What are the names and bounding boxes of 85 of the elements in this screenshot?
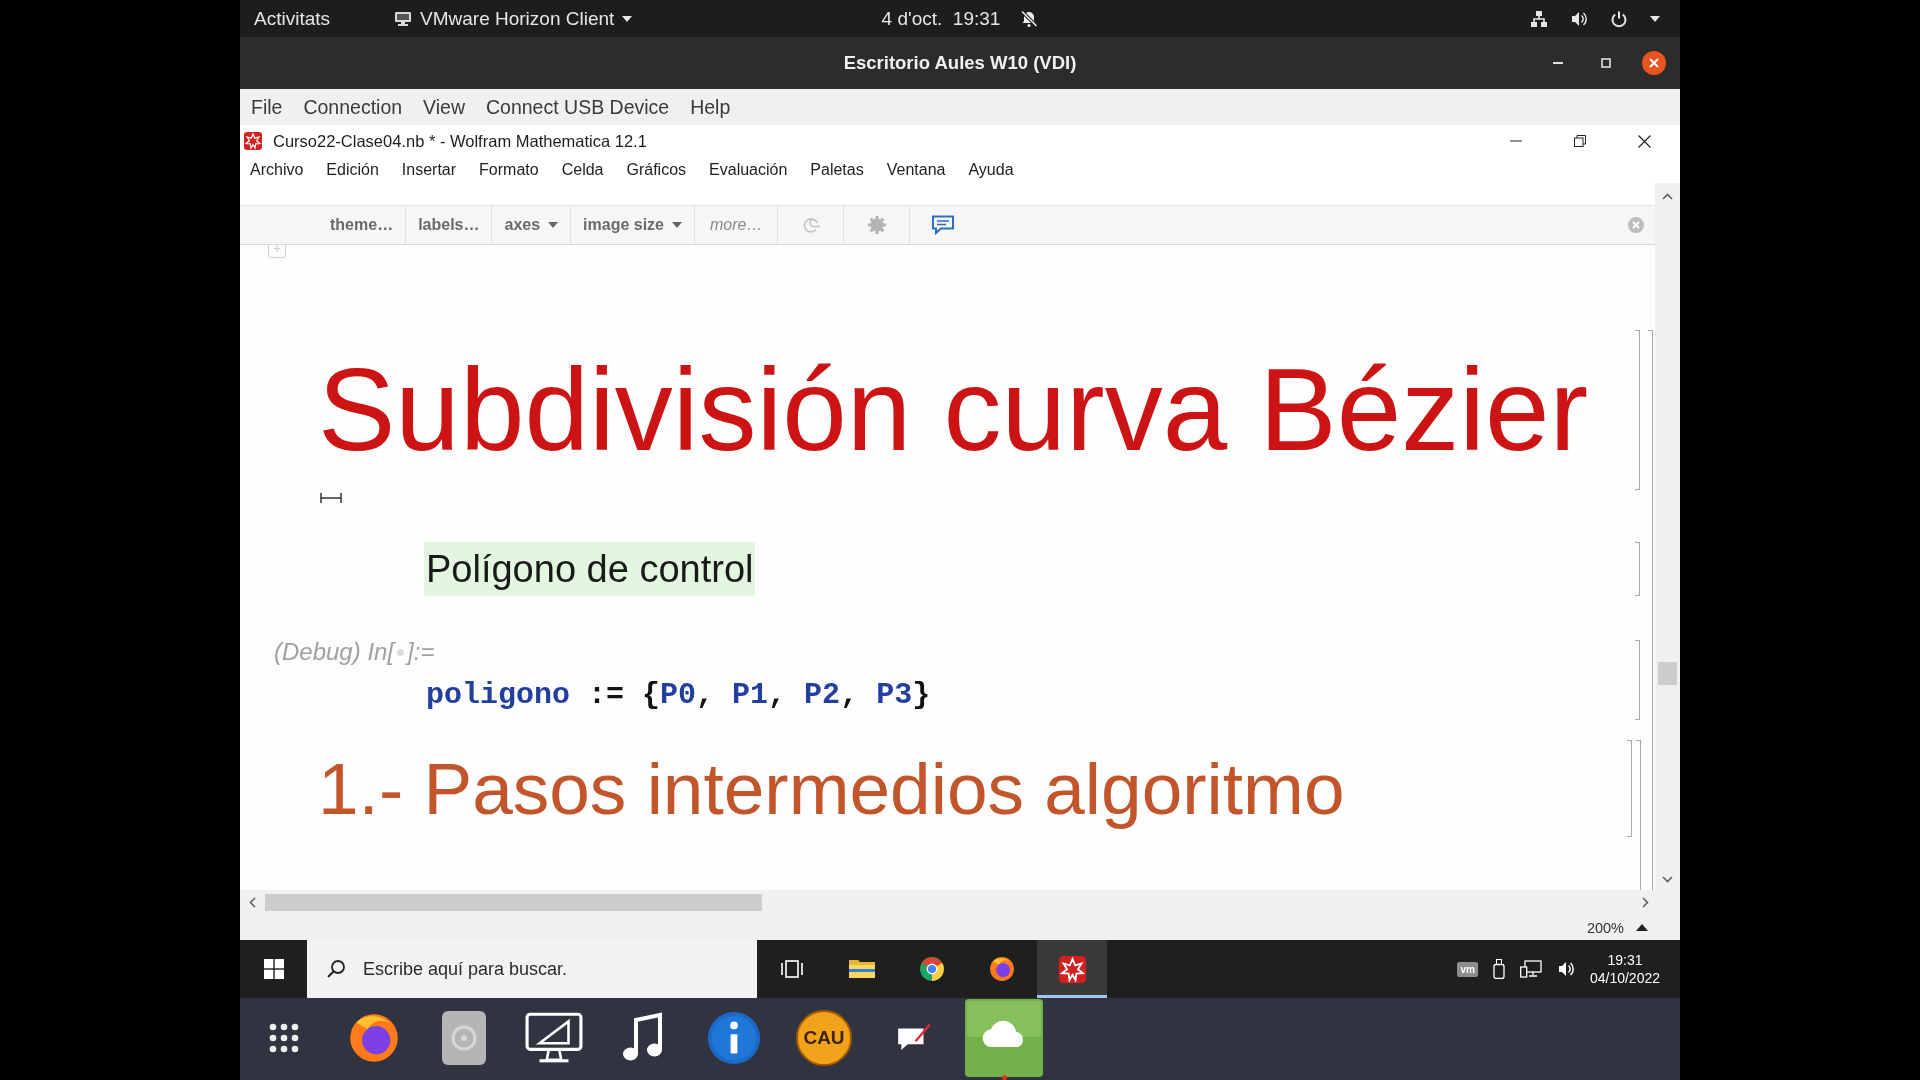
caret-icon	[622, 15, 633, 22]
window-title: Curso22-Clase04.nb * - Wolfram Mathematica 12.1	[273, 131, 647, 151]
activities-button[interactable]: Activitats	[254, 0, 331, 37]
menu-item[interactable]: Edición	[326, 161, 379, 179]
star-logo-icon	[1058, 955, 1086, 983]
app-grid-icon[interactable]	[269, 1023, 299, 1053]
menu-item[interactable]: Insertar	[401, 161, 457, 179]
caret-icon	[548, 222, 559, 228]
menu-item[interactable]: Formato	[479, 161, 539, 179]
menu-item[interactable]: Ayuda	[968, 161, 1014, 179]
four-squares-icon	[263, 959, 284, 979]
minimize-icon	[1510, 140, 1522, 142]
cell-bracket[interactable]	[1635, 640, 1640, 720]
close-icon	[1628, 217, 1644, 233]
suggestion-button[interactable]: theme…	[318, 206, 406, 244]
menu-item[interactable]: Help	[690, 95, 731, 119]
input-label: (Debug) In[	[274, 640, 395, 664]
scrollbar-thumb[interactable]	[1658, 662, 1677, 685]
menu-item[interactable]: Connection	[303, 95, 403, 119]
dropdown-button[interactable]: image size	[570, 206, 694, 244]
search-icon	[326, 959, 346, 979]
chevron-down-icon[interactable]	[1662, 875, 1673, 883]
minimize-icon	[1553, 62, 1563, 64]
code-input[interactable]: poligono := {P0, P1, P2, P3}	[426, 675, 931, 715]
menu-item[interactable]: Celda	[561, 161, 604, 179]
highlighted-text: Polígono de control	[424, 542, 756, 596]
window-title: Escritorio Aules W10 (VDI)	[843, 52, 1077, 74]
menu-item[interactable]: Connect USB Device	[486, 95, 670, 119]
cursor-icon	[320, 493, 342, 503]
volume-icon	[1556, 960, 1575, 978]
menu-item[interactable]: Paletas	[810, 161, 864, 179]
placeholder-dot-icon	[397, 648, 405, 656]
chevron-up-icon[interactable]	[1662, 192, 1673, 200]
gear-icon	[866, 215, 887, 235]
launcher-button[interactable]: CAU	[796, 1010, 852, 1066]
input-label-end: ]:=	[407, 640, 435, 664]
menu-item[interactable]: Gráficos	[626, 161, 687, 179]
clock-button[interactable]: 4 d'oct. 19:31	[881, 0, 1039, 37]
close-icon	[1637, 134, 1651, 148]
cell-group-bracket[interactable]	[1648, 330, 1653, 890]
suggestion-button[interactable]: labels…	[405, 206, 492, 244]
cell-bracket[interactable]	[1635, 330, 1640, 490]
ring-logo-icon	[919, 956, 945, 982]
network-icon	[1530, 9, 1548, 28]
menu-item[interactable]: Evaluación	[709, 161, 788, 179]
clock-button[interactable]: 19:31 04/10/2022	[1589, 951, 1660, 987]
chevron-left-icon[interactable]	[249, 897, 256, 908]
cell-bracket[interactable]	[1627, 740, 1632, 837]
restore-icon	[1574, 135, 1586, 147]
search-field[interactable]: Escribe aquí para buscar.	[307, 940, 757, 998]
network-monitor-icon[interactable]	[1519, 960, 1542, 978]
stacked-windows-icon	[780, 958, 804, 980]
dropdown-button[interactable]: axes	[491, 206, 571, 244]
cloud-tile-icon	[965, 999, 1043, 1077]
close-icon	[1642, 51, 1666, 75]
menu-item[interactable]: View	[423, 95, 465, 119]
add-cell-icon[interactable]	[268, 245, 286, 258]
monitor-icon	[394, 10, 413, 27]
maximize-icon	[1601, 58, 1611, 68]
app-menu-button[interactable]: VMware Horizon Client	[394, 0, 633, 37]
bell-off-icon	[1020, 9, 1039, 28]
zoom-level[interactable]: 200%	[1586, 919, 1624, 936]
flame-logo-icon	[348, 1012, 400, 1064]
usb-drive-icon[interactable]	[1492, 959, 1505, 979]
menu-item[interactable]: Archivo	[250, 161, 304, 179]
caret-up-icon[interactable]	[1636, 924, 1648, 931]
speech-bubble-icon	[930, 215, 955, 235]
menu-item[interactable]: File	[251, 95, 283, 119]
scrollbar-thumb[interactable]	[265, 894, 762, 911]
cell-group-bracket[interactable]	[1636, 740, 1641, 890]
caret-icon	[672, 222, 682, 228]
cell-bracket[interactable]	[1635, 542, 1640, 596]
chevron-right-icon[interactable]	[1642, 897, 1649, 908]
section-heading: 1.- Pasos intermedios algoritmo	[318, 747, 1345, 831]
folder-icon	[848, 958, 876, 980]
info-icon	[707, 1011, 761, 1065]
notebook-title: Subdivisión curva Bézier	[318, 344, 1589, 477]
taskbar-app-button[interactable]	[1037, 940, 1107, 998]
power-icon	[1610, 9, 1628, 28]
running-dot-icon	[1001, 1075, 1007, 1080]
flame-logo-icon	[989, 956, 1015, 982]
menu-item[interactable]: Ventana	[886, 161, 946, 179]
star-logo-icon	[244, 132, 262, 150]
monitor-icon	[525, 1012, 583, 1064]
caret-icon	[1650, 15, 1660, 22]
